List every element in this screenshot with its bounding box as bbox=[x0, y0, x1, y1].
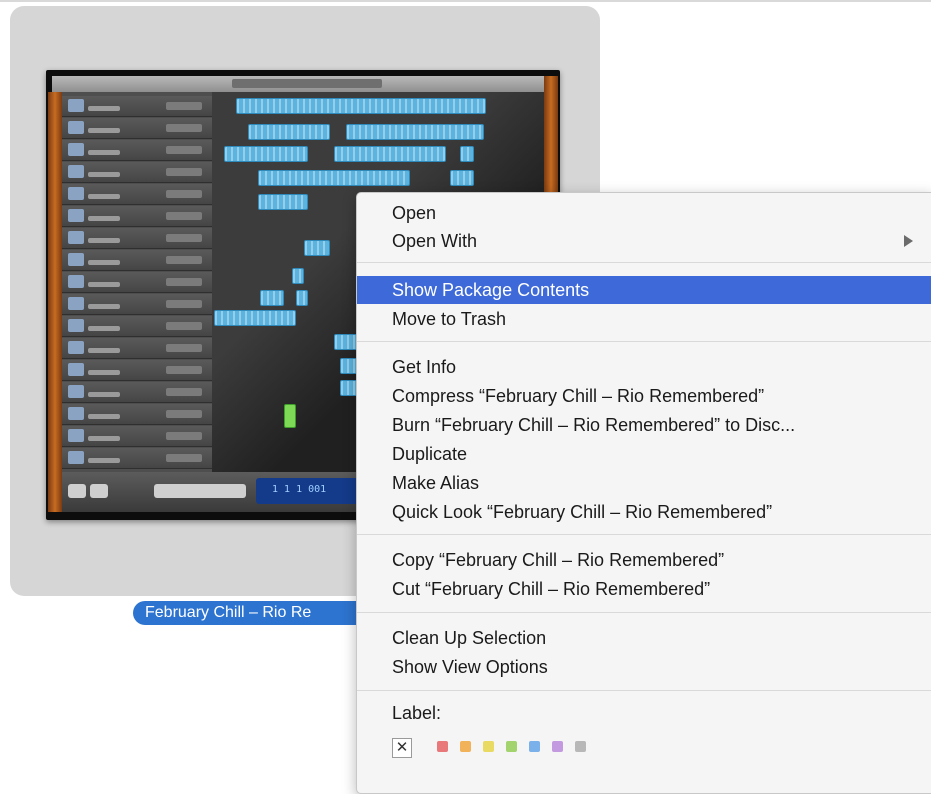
thumbnail-track-row bbox=[62, 316, 212, 337]
menu-item-label: Show Package Contents bbox=[392, 280, 590, 300]
thumbnail-lcd-text: 1 1 1 001 bbox=[272, 484, 327, 495]
thumbnail-region bbox=[248, 124, 330, 140]
menu-item-get-info[interactable]: Get Info bbox=[357, 353, 931, 381]
thumbnail-track-row bbox=[62, 448, 212, 469]
menu-item-label: Show View Options bbox=[392, 657, 548, 677]
menu-item-label: Clean Up Selection bbox=[392, 628, 547, 648]
thumbnail-region bbox=[224, 146, 308, 162]
thumbnail-track-row bbox=[62, 250, 212, 271]
menu-item-label: Open With bbox=[392, 231, 478, 251]
menu-item-label: Quick Look “February Chill – Rio Remembe… bbox=[392, 502, 773, 522]
menu-item-clean-up-selection[interactable]: Clean Up Selection bbox=[357, 624, 931, 652]
thumbnail-track-row bbox=[62, 426, 212, 447]
menu-separator bbox=[357, 341, 931, 342]
label-color-swatch[interactable] bbox=[437, 741, 448, 752]
menu-item-label: Open bbox=[392, 203, 437, 223]
thumbnail-region bbox=[304, 240, 330, 256]
menu-item-label: Duplicate bbox=[392, 444, 468, 464]
label-color-swatch[interactable] bbox=[483, 741, 494, 752]
thumbnail-region bbox=[236, 98, 486, 114]
thumbnail-wood-left bbox=[48, 92, 62, 512]
label-section-title: Label: bbox=[392, 703, 442, 723]
menu-item-copy-february-chill-rio-remembered[interactable]: Copy “February Chill – Rio Remembered” bbox=[357, 546, 931, 574]
thumbnail-region bbox=[260, 290, 284, 306]
thumbnail-track-row bbox=[62, 228, 212, 249]
thumbnail-track-row bbox=[62, 404, 212, 425]
thumbnail-region bbox=[296, 290, 308, 306]
thumbnail-track-row bbox=[62, 382, 212, 403]
menu-item-make-alias[interactable]: Make Alias bbox=[357, 469, 931, 497]
thumbnail-region bbox=[334, 146, 446, 162]
thumbnail-track-row bbox=[62, 338, 212, 359]
thumbnail-region bbox=[214, 310, 296, 326]
menu-item-label: Get Info bbox=[392, 357, 457, 377]
menu-separator bbox=[357, 690, 931, 691]
thumbnail-track-row bbox=[62, 140, 212, 161]
submenu-arrow-icon bbox=[904, 235, 913, 247]
context-menu: Open Open With Show Package Contents Move t… bbox=[356, 192, 931, 794]
thumbnail-button bbox=[90, 484, 108, 498]
menu-item-show-package-contents[interactable]: Show Package Contents bbox=[357, 276, 931, 304]
thumbnail-track-row bbox=[62, 294, 212, 315]
menu-separator bbox=[357, 534, 931, 535]
thumbnail-region bbox=[258, 194, 308, 210]
menu-item-label: Burn “February Chill – Rio Remembered” t… bbox=[392, 415, 796, 435]
menu-item-label: Cut “February Chill – Rio Remembered” bbox=[392, 579, 711, 599]
menu-item-burn-february-chill-rio-remembered-to-disc[interactable]: Burn “February Chill – Rio Remembered” t… bbox=[357, 411, 931, 439]
thumbnail-region bbox=[258, 170, 410, 186]
thumbnail-track-row bbox=[62, 184, 212, 205]
menu-item-cut-february-chill-rio-remembered[interactable]: Cut “February Chill – Rio Remembered” bbox=[357, 575, 931, 603]
thumbnail-track-row bbox=[62, 96, 212, 117]
menu-item-open[interactable]: Open bbox=[357, 199, 931, 227]
thumbnail-titlebar bbox=[52, 76, 556, 92]
thumbnail-track-row bbox=[62, 118, 212, 139]
menu-item-label: Make Alias bbox=[392, 473, 480, 493]
menu-item-quick-look-february-chill-rio-remembered[interactable]: Quick Look “February Chill – Rio Remembe… bbox=[357, 498, 931, 526]
label-color-swatch[interactable] bbox=[506, 741, 517, 752]
menu-item-compress-february-chill-rio-remembered[interactable]: Compress “February Chill – Rio Remembere… bbox=[357, 382, 931, 410]
thumbnail-region bbox=[450, 170, 474, 186]
thumbnail-track-row bbox=[62, 206, 212, 227]
thumbnail-transport-controls bbox=[154, 484, 246, 498]
thumbnail-region bbox=[292, 268, 304, 284]
menu-item-show-view-options[interactable]: Show View Options bbox=[357, 653, 931, 681]
menu-item-move-to-trash[interactable]: Move to Trash bbox=[357, 305, 931, 333]
window-top-edge bbox=[0, 0, 931, 2]
menu-item-label: Move to Trash bbox=[392, 309, 507, 329]
thumbnail-track-row bbox=[62, 272, 212, 293]
menu-item-label: Compress “February Chill – Rio Remembere… bbox=[392, 386, 765, 406]
label-color-swatch[interactable] bbox=[575, 741, 586, 752]
menu-item-open-with[interactable]: Open With bbox=[357, 227, 931, 255]
label-color-swatch[interactable] bbox=[552, 741, 563, 752]
thumbnail-track-row bbox=[62, 162, 212, 183]
menu-separator bbox=[357, 612, 931, 613]
label-color-swatch[interactable] bbox=[529, 741, 540, 752]
thumbnail-region bbox=[460, 146, 474, 162]
menu-item-duplicate[interactable]: Duplicate bbox=[357, 440, 931, 468]
thumbnail-track-row bbox=[62, 360, 212, 381]
menu-separator bbox=[357, 262, 931, 263]
label-none-button[interactable]: ✕ bbox=[392, 738, 412, 758]
thumbnail-region bbox=[346, 124, 484, 140]
thumbnail-region bbox=[284, 404, 296, 428]
thumbnail-button bbox=[68, 484, 86, 498]
file-name-label[interactable]: February Chill – Rio Re bbox=[133, 601, 377, 625]
menu-item-label: Copy “February Chill – Rio Remembered” bbox=[392, 550, 725, 570]
label-color-swatch[interactable] bbox=[460, 741, 471, 752]
